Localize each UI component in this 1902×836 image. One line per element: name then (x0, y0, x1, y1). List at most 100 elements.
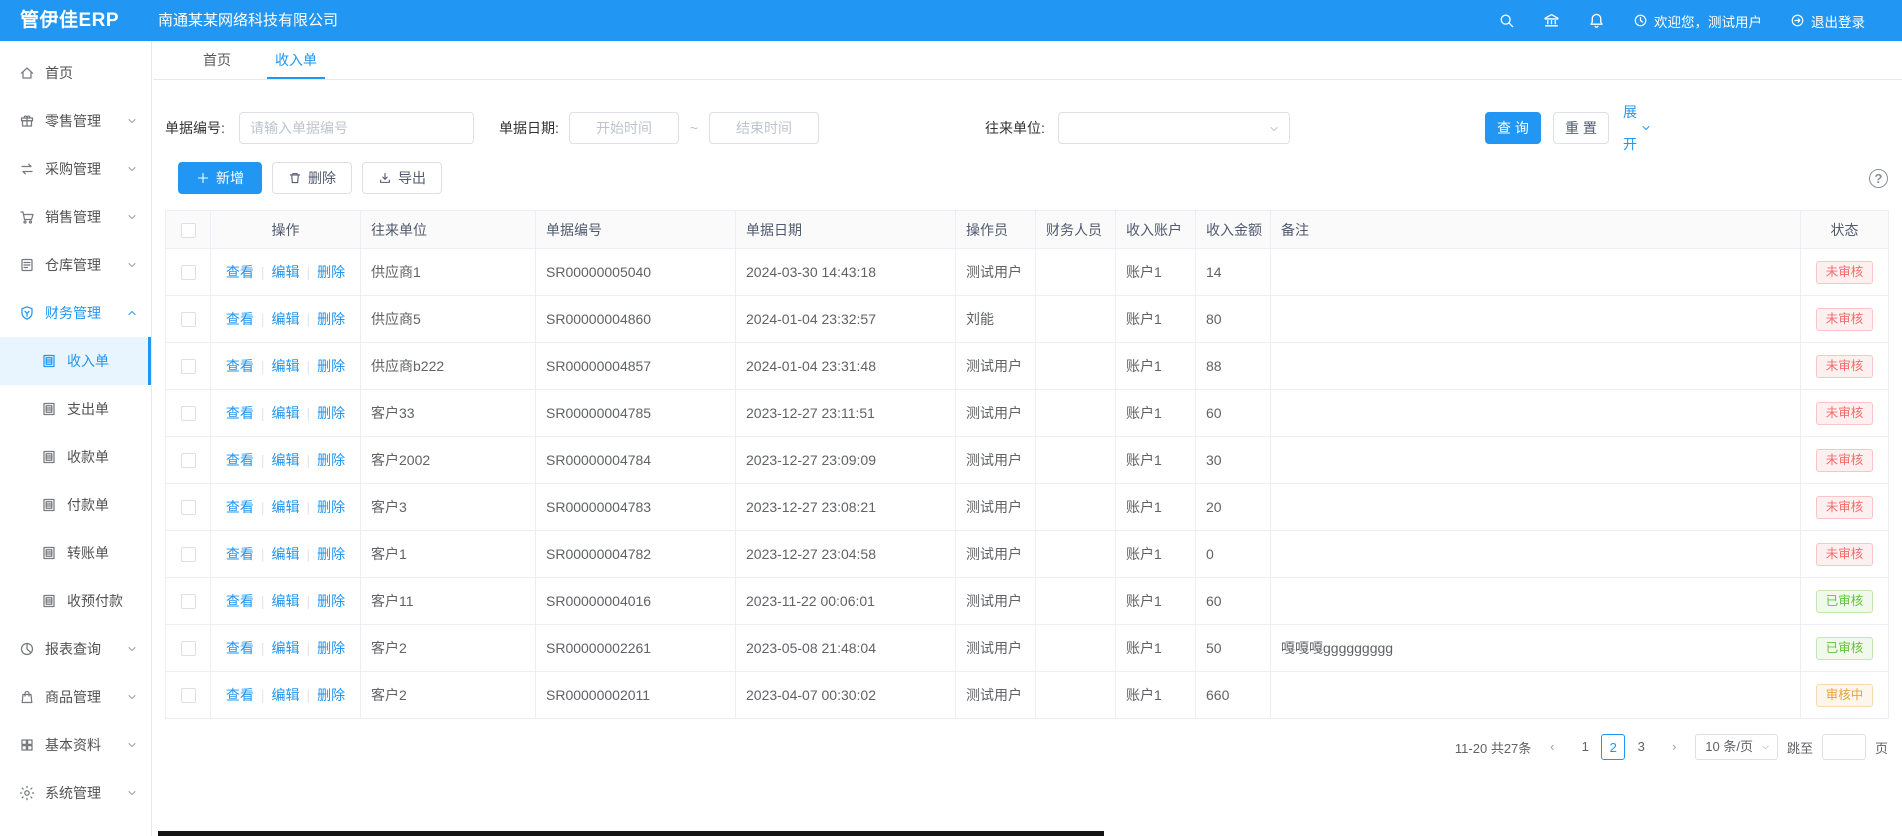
row-action-delete[interactable]: 删除 (317, 264, 345, 280)
bill-no-cell: SR00000004860 (536, 296, 736, 343)
page-size-select[interactable]: 10 条/页 (1695, 734, 1778, 760)
sidebar-item-9[interactable]: 收款单 (0, 433, 151, 481)
page-button-1[interactable]: 1 (1573, 734, 1597, 760)
search-icon[interactable] (1498, 12, 1515, 29)
tab-income-bill[interactable]: 收入单 (267, 41, 325, 79)
row-action-edit[interactable]: 编辑 (272, 640, 300, 656)
sidebar-item-6[interactable]: 财务管理 (0, 289, 151, 337)
row-action-view[interactable]: 查看 (226, 546, 254, 562)
tab-home[interactable]: 首页 (195, 41, 239, 79)
bill-no-input[interactable] (239, 112, 474, 144)
sidebar-item-11[interactable]: 转账单 (0, 529, 151, 577)
action-divider: | (307, 405, 311, 421)
warehouse-icon (19, 257, 35, 273)
sidebar-item-7[interactable]: 收入单 (0, 337, 151, 385)
row-checkbox[interactable] (181, 265, 196, 280)
row-action-delete[interactable]: 删除 (317, 687, 345, 703)
row-checkbox[interactable] (181, 641, 196, 656)
select-all-checkbox[interactable] (181, 223, 196, 238)
row-action-delete[interactable]: 删除 (317, 405, 345, 421)
row-action-view[interactable]: 查看 (226, 264, 254, 280)
sidebar-item-4[interactable]: 销售管理 (0, 193, 151, 241)
row-action-view[interactable]: 查看 (226, 499, 254, 515)
row-checkbox[interactable] (181, 688, 196, 703)
prev-page-button[interactable]: ‹ (1540, 734, 1564, 760)
row-action-view[interactable]: 查看 (226, 311, 254, 327)
date-start-input[interactable] (569, 112, 679, 144)
action-divider: | (307, 593, 311, 609)
bell-icon[interactable] (1588, 12, 1605, 29)
sidebar-item-5[interactable]: 仓库管理 (0, 241, 151, 289)
row-action-edit[interactable]: 编辑 (272, 358, 300, 374)
row-action-delete[interactable]: 删除 (317, 640, 345, 656)
row-action-view[interactable]: 查看 (226, 687, 254, 703)
row-action-edit[interactable]: 编辑 (272, 593, 300, 609)
column-header-10: 状态 (1801, 211, 1889, 249)
next-page-button[interactable]: › (1662, 734, 1686, 760)
row-action-view[interactable]: 查看 (226, 640, 254, 656)
search-button[interactable]: 查 询 (1485, 112, 1541, 144)
add-button[interactable]: 新增 (178, 162, 262, 194)
partner-select[interactable] (1058, 112, 1290, 144)
row-action-edit[interactable]: 编辑 (272, 452, 300, 468)
row-checkbox[interactable] (181, 547, 196, 562)
reset-button[interactable]: 重 置 (1553, 112, 1609, 144)
partner-cell: 客户11 (361, 578, 536, 625)
welcome-user[interactable]: 欢迎您，测试用户 (1633, 11, 1762, 31)
row-action-delete[interactable]: 删除 (317, 452, 345, 468)
date-separator: ~ (681, 112, 707, 144)
row-checkbox[interactable] (181, 406, 196, 421)
sidebar-item-13[interactable]: 报表查询 (0, 625, 151, 673)
row-action-edit[interactable]: 编辑 (272, 687, 300, 703)
row-action-view[interactable]: 查看 (226, 593, 254, 609)
row-action-view[interactable]: 查看 (226, 452, 254, 468)
delete-button[interactable]: 删除 (272, 162, 352, 194)
row-checkbox[interactable] (181, 359, 196, 374)
row-action-view[interactable]: 查看 (226, 358, 254, 374)
row-select-cell (166, 390, 211, 437)
row-action-edit[interactable]: 编辑 (272, 405, 300, 421)
date-end-input[interactable] (709, 112, 819, 144)
row-action-delete[interactable]: 删除 (317, 499, 345, 515)
expand-link[interactable]: 展开 (1623, 112, 1652, 144)
row-action-edit[interactable]: 编辑 (272, 311, 300, 327)
logout-button[interactable]: 退出登录 (1790, 11, 1865, 31)
chevron-down-icon (1640, 122, 1652, 134)
column-header-7: 收入账户 (1116, 211, 1196, 249)
sidebar-item-2[interactable]: 零售管理 (0, 97, 151, 145)
page-button-2[interactable]: 2 (1601, 734, 1625, 760)
row-action-edit[interactable]: 编辑 (272, 499, 300, 515)
bank-icon[interactable] (1543, 12, 1560, 29)
row-action-delete[interactable]: 删除 (317, 593, 345, 609)
sidebar-item-3[interactable]: 采购管理 (0, 145, 151, 193)
sidebar-item-8[interactable]: 支出单 (0, 385, 151, 433)
row-action-delete[interactable]: 删除 (317, 358, 345, 374)
row-action-edit[interactable]: 编辑 (272, 264, 300, 280)
sidebar-item-10[interactable]: 付款单 (0, 481, 151, 529)
jump-page-input[interactable] (1822, 734, 1866, 760)
row-checkbox[interactable] (181, 453, 196, 468)
action-divider: | (261, 405, 265, 421)
column-header-8: 收入金额 (1196, 211, 1271, 249)
income-account-cell: 账户1 (1116, 578, 1196, 625)
sidebar-item-15[interactable]: 基本资料 (0, 721, 151, 769)
help-icon[interactable]: ? (1869, 169, 1888, 188)
row-action-view[interactable]: 查看 (226, 405, 254, 421)
sidebar-item-12[interactable]: 收预付款 (0, 577, 151, 625)
row-checkbox[interactable] (181, 312, 196, 327)
sidebar-item-16[interactable]: 系统管理 (0, 769, 151, 817)
status-cell: 未审核 (1801, 484, 1889, 531)
row-action-edit[interactable]: 编辑 (272, 546, 300, 562)
column-header-6: 财务人员 (1036, 211, 1116, 249)
sidebar-item-14[interactable]: 商品管理 (0, 673, 151, 721)
sidebar-item-1[interactable]: 首页 (0, 49, 151, 97)
chevron-down-icon (126, 787, 138, 799)
select-all-header (166, 211, 211, 249)
row-checkbox[interactable] (181, 594, 196, 609)
row-action-delete[interactable]: 删除 (317, 311, 345, 327)
row-action-delete[interactable]: 删除 (317, 546, 345, 562)
export-button[interactable]: 导出 (362, 162, 442, 194)
actions-cell: 查看|编辑|删除 (211, 249, 361, 296)
row-checkbox[interactable] (181, 500, 196, 515)
page-button-3[interactable]: 3 (1629, 734, 1653, 760)
